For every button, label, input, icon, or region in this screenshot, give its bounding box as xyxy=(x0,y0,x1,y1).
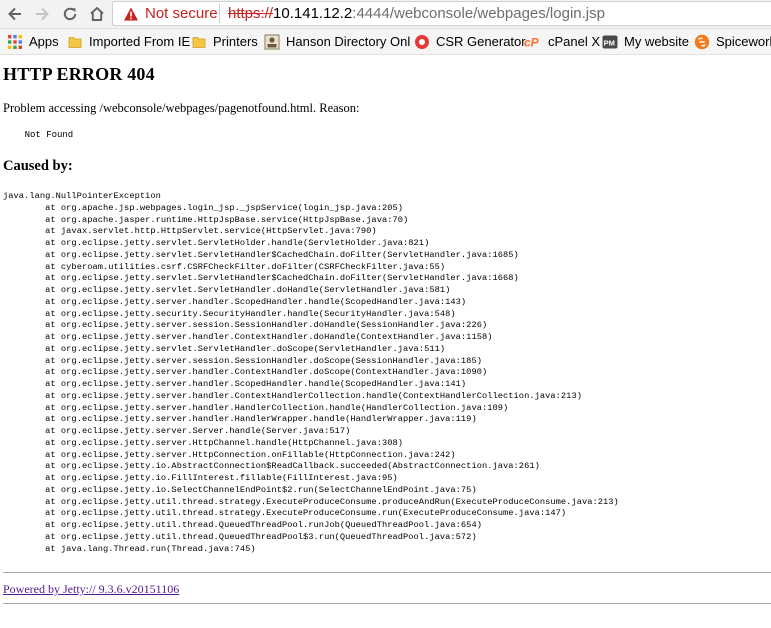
directory-site-icon xyxy=(264,34,280,50)
reason-text: Not Found xyxy=(3,130,74,140)
stack-frame: at org.eclipse.jetty.server.session.Sess… xyxy=(45,320,488,331)
stack-frame: at org.eclipse.jetty.security.SecurityHa… xyxy=(45,308,456,319)
bookmark-label: CSR Generator xyxy=(436,34,526,49)
stack-frame: at org.apache.jasper.runtime.HttpJspBase… xyxy=(45,214,409,225)
page-title: HTTP ERROR 404 xyxy=(3,64,155,84)
stack-frame: at org.eclipse.jetty.util.thread.strateg… xyxy=(45,508,567,519)
bookmark-apps[interactable]: Apps xyxy=(7,33,59,50)
stack-frame: at org.eclipse.jetty.servlet.ServletHand… xyxy=(45,273,519,284)
stack-frame: at org.eclipse.jetty.servlet.ServletHand… xyxy=(45,343,446,354)
stack-frame: at org.eclipse.jetty.server.handler.Cont… xyxy=(45,332,493,342)
stack-frame: at org.eclipse.jetty.server.handler.Cont… xyxy=(45,390,582,401)
divider xyxy=(3,603,771,604)
stack-frames: at org.apache.jsp.webpages.login_jsp._js… xyxy=(3,203,619,554)
stack-frame: at org.apache.jsp.webpages.login_jsp._js… xyxy=(45,202,404,213)
stack-frame: at org.eclipse.jetty.server.handler.Scop… xyxy=(45,379,467,389)
stack-frame: at org.eclipse.jetty.servlet.ServletHand… xyxy=(45,285,451,295)
stack-frame: at org.eclipse.jetty.util.thread.strateg… xyxy=(45,496,619,507)
stack-frame: at org.eclipse.jetty.servlet.ServletHand… xyxy=(45,249,519,260)
exception-name: java.lang.NullPointerException xyxy=(3,191,161,201)
bookmark-label: Imported From IE xyxy=(89,34,191,49)
csr-site-icon xyxy=(414,34,430,50)
stack-frame: at org.eclipse.jetty.server.handler.Scop… xyxy=(45,296,467,307)
pm-site-icon: PM xyxy=(602,34,618,50)
stack-frame: at org.eclipse.jetty.util.thread.QueuedT… xyxy=(45,531,477,542)
stack-frame: at org.eclipse.jetty.server.handler.Cont… xyxy=(45,367,488,378)
powered-by-link[interactable]: Powered by Jetty:// 9.3.6.v20151106 xyxy=(3,582,179,597)
address-bar[interactable]: Not secure https://10.141.12.2:4444/webc… xyxy=(112,1,771,26)
url-text[interactable]: https://10.141.12.2:4444/webconsole/webp… xyxy=(228,5,605,22)
stack-frame: at javax.servlet.http.HttpServlet.servic… xyxy=(45,226,377,237)
bookmark-imported-from-ie[interactable]: Imported From IE xyxy=(67,33,190,50)
forward-button[interactable] xyxy=(30,2,54,26)
stack-frame: at org.eclipse.jetty.io.SelectChannelEnd… xyxy=(45,484,477,495)
bookmark-label: Hanson Directory Onl xyxy=(286,34,411,49)
warning-triangle-icon xyxy=(124,7,138,21)
not-secure-label[interactable]: Not secure xyxy=(145,5,218,22)
forward-arrow-icon xyxy=(36,7,49,21)
bookmark-spicework[interactable]: Spicework xyxy=(694,33,771,50)
stack-frame: at org.eclipse.jetty.server.Server.handl… xyxy=(45,426,351,436)
bookmark-printers[interactable]: Printers xyxy=(191,33,258,50)
home-button[interactable] xyxy=(85,2,109,26)
svg-text:cP: cP xyxy=(524,35,540,49)
bookmark-hanson-directory[interactable]: Hanson Directory Onl xyxy=(264,33,410,50)
stack-frame: at org.eclipse.jetty.server.handler.Hand… xyxy=(45,402,509,413)
bookmark-csr-generator[interactable]: CSR Generator xyxy=(414,33,526,50)
bookmarks-bar: Apps Imported From IE Printers Hanson Di… xyxy=(0,29,771,55)
apps-grid-icon xyxy=(7,34,23,50)
stack-frame: at java.lang.Thread.run(Thread.java:745) xyxy=(3,543,256,554)
divider xyxy=(3,572,771,573)
back-arrow-icon xyxy=(8,7,21,21)
address-divider xyxy=(219,4,220,23)
bookmark-label: Printers xyxy=(213,34,258,49)
bookmark-label: cPanel X xyxy=(548,34,601,49)
cpanel-icon: cP xyxy=(524,34,542,50)
home-icon xyxy=(90,6,104,21)
stack-frame: at org.eclipse.jetty.server.handler.Hand… xyxy=(45,414,477,425)
reload-button[interactable] xyxy=(58,2,82,26)
bookmark-label: Apps xyxy=(29,34,59,49)
back-button[interactable] xyxy=(3,2,27,26)
url-host: 10.141.12.2 xyxy=(273,5,353,22)
caused-by-heading: Caused by: xyxy=(3,158,73,174)
bookmark-my-website[interactable]: PM My website xyxy=(602,33,689,50)
folder-icon xyxy=(67,34,83,50)
svg-text:PM: PM xyxy=(604,38,615,47)
stack-frame: at org.eclipse.jetty.io.AbstractConnecti… xyxy=(45,461,540,472)
stack-trace: java.lang.NullPointerException at org.ap… xyxy=(3,191,619,555)
stack-frame: at org.eclipse.jetty.util.thread.QueuedT… xyxy=(45,520,482,530)
folder-icon xyxy=(191,34,207,50)
url-scheme: https:// xyxy=(228,5,274,22)
browser-toolbar: Not secure https://10.141.12.2:4444/webc… xyxy=(0,0,771,29)
bookmark-label: My website xyxy=(624,34,690,49)
bookmark-label: Spicework xyxy=(716,34,771,49)
problem-message: Problem accessing /webconsole/webpages/p… xyxy=(3,101,360,115)
bookmark-cpanel[interactable]: cP cPanel X xyxy=(524,33,600,50)
stack-frame: at org.eclipse.jetty.server.session.Sess… xyxy=(45,355,482,366)
stack-frame: at org.eclipse.jetty.server.HttpConnecti… xyxy=(45,449,456,460)
stack-frame: at org.eclipse.jetty.servlet.ServletHold… xyxy=(45,238,430,248)
spiceworks-icon xyxy=(694,34,710,50)
stack-frame: at org.eclipse.jetty.io.FillInterest.fil… xyxy=(45,473,398,483)
reload-icon xyxy=(63,7,77,21)
url-path: :4444/webconsole/webpages/login.jsp xyxy=(352,5,605,22)
stack-frame: at cyberoam.utilities.csrf.CSRFCheckFilt… xyxy=(45,261,446,272)
stack-frame: at org.eclipse.jetty.server.HttpChannel.… xyxy=(45,437,404,448)
